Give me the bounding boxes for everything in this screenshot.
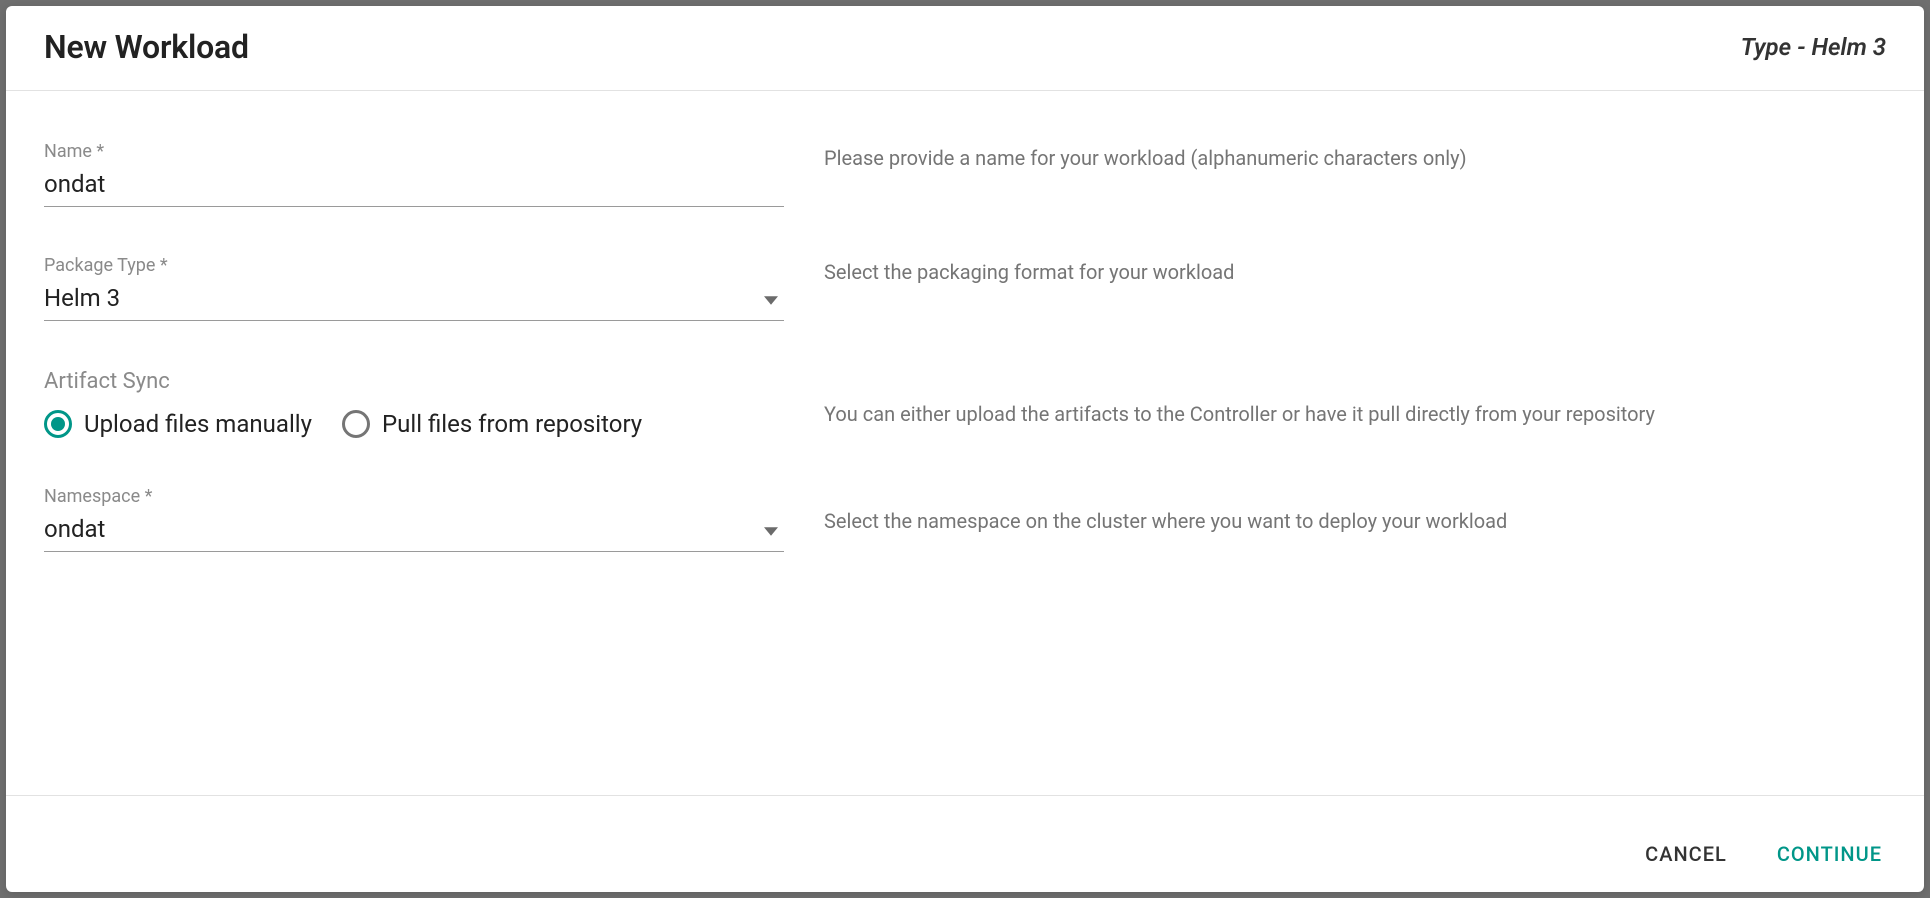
namespace-value: ondat xyxy=(44,515,784,543)
artifact-sync-option-upload[interactable]: Upload files manually xyxy=(44,410,312,438)
artifact-sync-help-text: You can either upload the artifacts to t… xyxy=(824,369,1886,431)
continue-button[interactable]: CONTINUE xyxy=(1773,836,1886,872)
artifact-sync-label: Artifact Sync xyxy=(44,369,784,394)
cancel-button[interactable]: CANCEL xyxy=(1641,836,1731,872)
name-help-text: Please provide a name for your workload … xyxy=(824,141,1886,175)
namespace-select[interactable]: ondat xyxy=(44,511,784,552)
name-input[interactable] xyxy=(44,170,784,198)
name-label: Name * xyxy=(44,141,784,162)
artifact-sync-option-pull[interactable]: Pull files from repository xyxy=(342,410,642,438)
radio-unselected-icon xyxy=(342,410,370,438)
dialog-body: Name * Please provide a name for your wo… xyxy=(6,91,1924,795)
package-type-help-text: Select the packaging format for your wor… xyxy=(824,255,1886,289)
artifact-sync-pull-label: Pull files from repository xyxy=(382,410,642,438)
dialog-title: New Workload xyxy=(44,28,249,66)
namespace-help-text: Select the namespace on the cluster wher… xyxy=(824,486,1886,538)
artifact-sync-upload-label: Upload files manually xyxy=(84,410,312,438)
package-type-value: Helm 3 xyxy=(44,284,784,312)
new-workload-dialog: New Workload Type - Helm 3 Name * Please… xyxy=(6,6,1924,892)
dialog-header: New Workload Type - Helm 3 xyxy=(6,6,1924,91)
artifact-sync-radio-group: Upload files manually Pull files from re… xyxy=(44,410,784,438)
radio-selected-icon xyxy=(44,410,72,438)
namespace-label: Namespace * xyxy=(44,486,784,507)
package-type-label: Package Type * xyxy=(44,255,784,276)
dialog-footer: CANCEL CONTINUE xyxy=(6,795,1924,892)
package-type-select[interactable]: Helm 3 xyxy=(44,280,784,321)
dialog-type-label: Type - Helm 3 xyxy=(1741,33,1886,61)
